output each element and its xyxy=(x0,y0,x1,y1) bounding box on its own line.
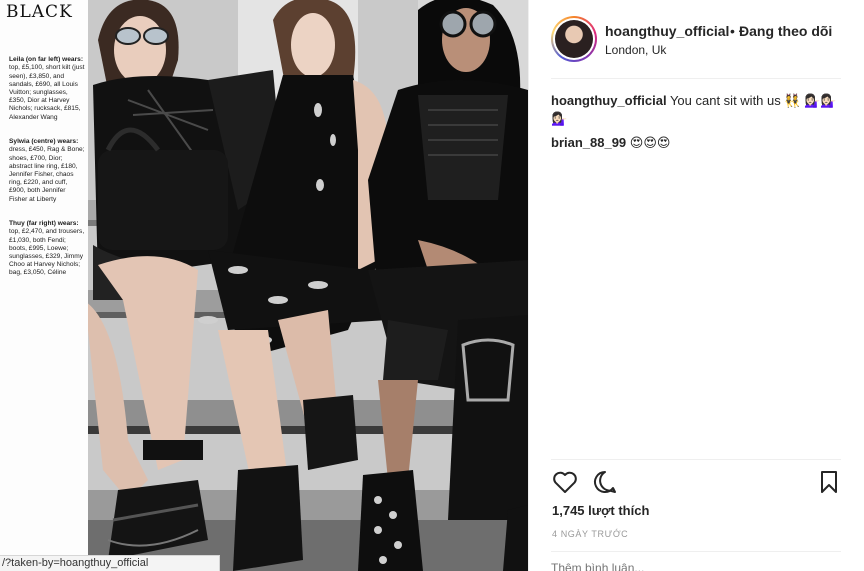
comment-divider xyxy=(551,551,841,552)
header-separator: • xyxy=(730,23,735,39)
header-divider xyxy=(551,78,841,79)
avatar-border xyxy=(553,18,595,60)
magazine-heading: BLACK xyxy=(6,2,73,22)
comment-button[interactable] xyxy=(591,468,619,496)
post-author-username[interactable]: hoangthuy_official xyxy=(605,23,729,39)
comments-list: hoangthuy_official You cant sit with us … xyxy=(551,92,851,152)
post-side-panel: hoangthuy_official • Đang theo dõi Londo… xyxy=(528,0,864,571)
like-button[interactable] xyxy=(551,468,579,496)
comment-item: hoangthuy_official You cant sit with us … xyxy=(551,92,851,128)
credit-sylwia: Sylwia (centre) wears: dress, £450, Rag … xyxy=(9,138,85,203)
post-timestamp[interactable]: 4 NGÀY TRƯỚC xyxy=(552,529,628,539)
post-actions xyxy=(551,468,843,496)
browser-status-url: /?taken-by=hoangthuy_official xyxy=(0,555,220,571)
comment-text: 😍😍😍 xyxy=(629,135,671,150)
like-count[interactable]: 1,745 lượt thích xyxy=(552,503,649,518)
comment-author[interactable]: hoangthuy_official xyxy=(551,93,667,108)
post-photo[interactable]: BLACK Leila (on far left) wears: top, £5… xyxy=(0,0,528,571)
photo-scene xyxy=(88,0,528,571)
fashion-photo-illustration xyxy=(88,0,528,571)
comment-bubble-icon xyxy=(594,471,616,493)
comment-author[interactable]: brian_88_99 xyxy=(551,135,626,150)
bookmark-icon xyxy=(821,471,837,493)
heart-icon xyxy=(553,471,577,493)
magazine-credits-text: Leila (on far left) wears: top, £5,100, … xyxy=(9,48,85,278)
following-button[interactable]: Đang theo dõi xyxy=(739,23,832,39)
avatar-image xyxy=(555,20,593,58)
magazine-credits-column: BLACK Leila (on far left) wears: top, £5… xyxy=(0,0,88,571)
post-location[interactable]: London, Uk xyxy=(605,43,666,57)
credit-thuy: Thuy (far right) wears: top, £2,470, and… xyxy=(9,220,85,277)
actions-divider xyxy=(551,459,841,460)
avatar[interactable] xyxy=(551,16,597,62)
save-button[interactable] xyxy=(815,468,843,496)
add-comment-input[interactable] xyxy=(551,560,841,571)
credit-leila: Leila (on far left) wears: top, £5,100, … xyxy=(9,56,85,121)
comment-item: brian_88_99 😍😍😍 xyxy=(551,134,851,152)
post-header: hoangthuy_official • Đang theo dõi Londo… xyxy=(529,0,864,78)
